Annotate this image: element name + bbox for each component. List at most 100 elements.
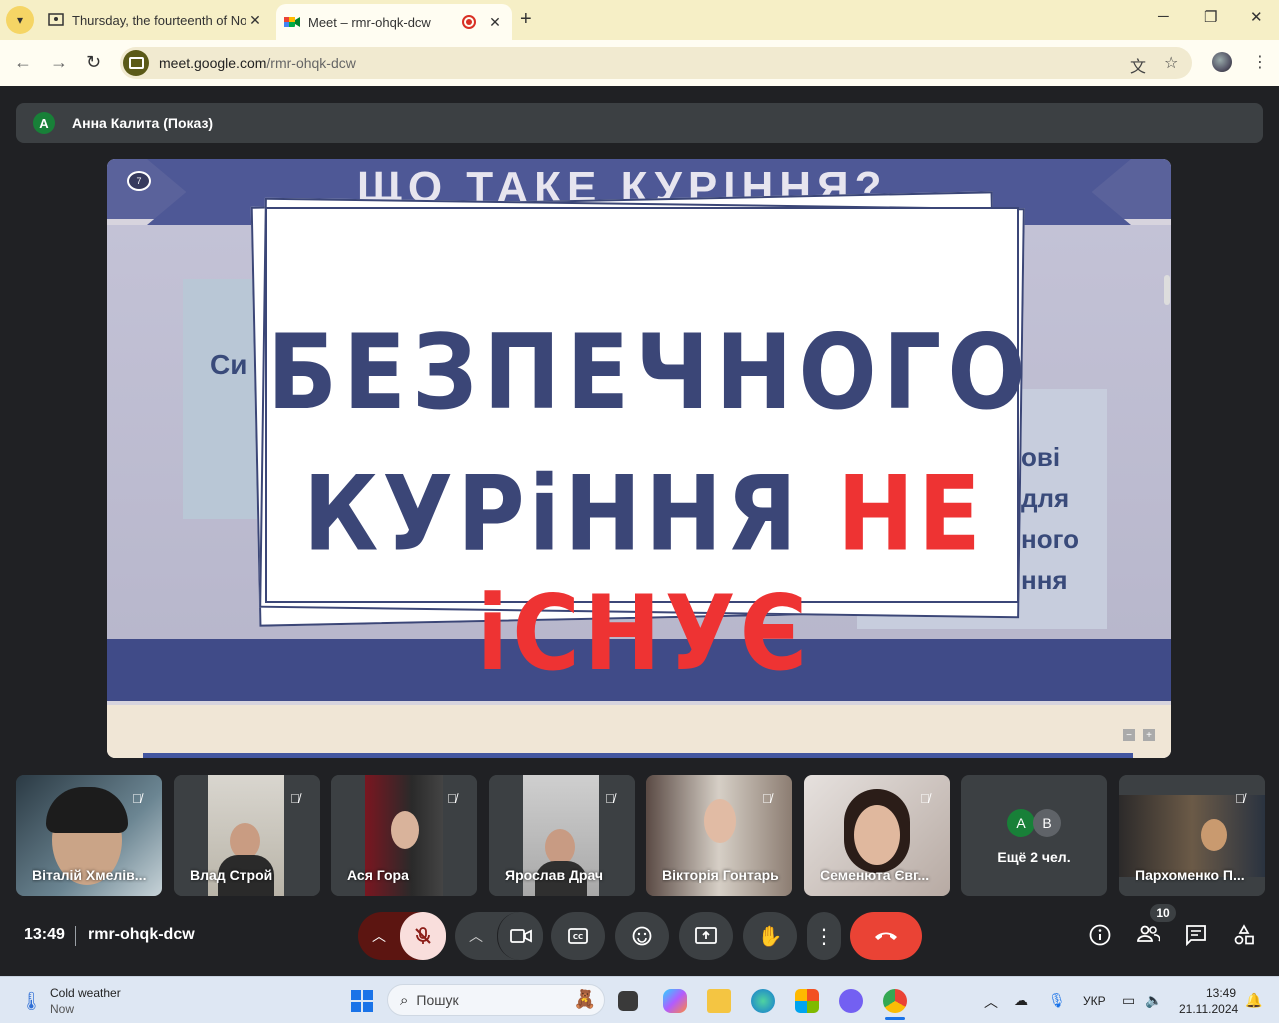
participant-avatar: B (1033, 809, 1061, 837)
tab-meet[interactable]: Meet – rmr-ohqk-dcw ✕ (276, 4, 512, 40)
close-tab-icon[interactable]: ✕ (246, 12, 264, 29)
close-tab-icon[interactable]: ✕ (486, 14, 504, 31)
mic-off-button[interactable] (400, 912, 446, 960)
taskbar-time[interactable]: 13:49 (1206, 986, 1236, 1000)
participant-face (1201, 819, 1227, 851)
participant-face (704, 799, 736, 843)
slide-counter: 7 (127, 171, 151, 191)
participant-name: Вікторія Гонтарь (662, 867, 779, 883)
participant-name: Віталій Хмелів... (32, 867, 147, 883)
meeting-code: rmr-ohqk-dcw (88, 926, 195, 943)
presenter-bar: A Анна Калита (Показ) (16, 103, 1263, 143)
file-explorer-icon[interactable] (707, 989, 731, 1013)
participant-face (391, 811, 419, 849)
close-window-icon[interactable]: ✕ (1250, 8, 1263, 26)
recording-icon (462, 15, 476, 29)
zoom-out-icon[interactable]: − (1123, 729, 1135, 741)
network-off-icon[interactable]: ☁ (1014, 992, 1028, 1009)
taskbar-search[interactable]: ⌕ Пошук 🧸 (387, 984, 605, 1016)
omnibox[interactable]: meet.google.com/rmr-ohqk-dcw 文 ☆ (120, 47, 1192, 79)
chrome-icon[interactable] (883, 989, 907, 1013)
zoom-in-icon[interactable]: + (1143, 729, 1155, 741)
captions-button[interactable]: CC (551, 912, 605, 960)
more-vert-icon: ⋮ (814, 925, 834, 948)
meeting-details-button[interactable] (1089, 924, 1111, 952)
volume-icon[interactable]: 🔈 (1145, 992, 1162, 1009)
muted-mic-icon: 🎙̸ (447, 791, 457, 806)
slide-main-card: БЕЗПЕЧНОГО КУРіННЯ НЕ іСНУЄ (265, 207, 1032, 694)
more-options-button[interactable]: ⋮ (807, 912, 841, 960)
thermometer-icon[interactable]: 🌡 (20, 991, 43, 1012)
captions-icon: CC (568, 928, 588, 944)
people-button[interactable] (1136, 924, 1161, 950)
taskbar-date[interactable]: 21.11.2024 (1179, 1002, 1238, 1016)
scrollbar-thumb[interactable] (1164, 275, 1170, 305)
restore-icon[interactable]: ❐ (1204, 8, 1217, 26)
participant-tile[interactable]: 🎙̸ Семенюта Євг... (804, 775, 950, 896)
svg-text:CC: CC (573, 933, 583, 941)
scrollbar[interactable] (1163, 165, 1171, 753)
raise-hand-button[interactable]: ✋ (743, 912, 797, 960)
slide-footer-line (143, 753, 1133, 758)
hand-icon: ✋ (757, 925, 783, 948)
microphone-tray-icon[interactable]: 🎙 (1048, 992, 1066, 1009)
muted-mic-icon: 🎙̸ (920, 791, 930, 806)
store-icon[interactable] (795, 989, 819, 1013)
video-settings-caret-icon[interactable]: ︿ (455, 926, 497, 946)
language-indicator[interactable]: УКР (1083, 994, 1106, 1008)
present-button[interactable] (679, 912, 733, 960)
participant-tile[interactable]: 🎙̸ Вікторія Гонтарь (646, 775, 792, 896)
slide-title-line1: БЕЗПЕЧНОГО (267, 312, 1032, 433)
camera-button[interactable] (497, 912, 543, 960)
weather-title[interactable]: Cold weather (50, 986, 121, 1000)
task-view-icon[interactable] (618, 991, 638, 1011)
minimize-icon[interactable]: ─ (1158, 8, 1169, 25)
more-participants-tile[interactable]: A B Ещё 2 чел. (961, 775, 1107, 896)
chevron-down-icon: ▾ (16, 13, 24, 27)
tab-search-button[interactable]: ▾ (6, 6, 34, 34)
reactions-button[interactable] (615, 912, 669, 960)
participant-tile[interactable]: 🎙̸ Влад Строй (174, 775, 320, 896)
star-icon[interactable]: ☆ (1164, 53, 1178, 73)
participant-tile[interactable]: 🎙̸ Віталій Хмелів... (16, 775, 162, 896)
taskbar: 🌡 Cold weather Now ⌕ Пошук 🧸 ︿ ☁ 🎙 УКР ▭… (0, 976, 1279, 1023)
info-icon (1089, 924, 1111, 946)
tray-overflow-icon[interactable]: ︿ (984, 992, 998, 1012)
profile-avatar[interactable] (1212, 52, 1232, 72)
notification-bell-icon[interactable]: 🔔 (1245, 992, 1262, 1009)
translate-icon[interactable]: 文 (1130, 53, 1146, 77)
tv-icon (48, 13, 64, 26)
back-icon[interactable]: ← (14, 52, 32, 73)
meeting-time: 13:49 (24, 926, 65, 943)
edge-icon[interactable] (751, 989, 775, 1013)
audio-settings-caret-icon[interactable]: ︿ (358, 926, 400, 946)
viber-icon[interactable] (839, 989, 863, 1013)
muted-mic-icon: 🎙̸ (1235, 791, 1245, 806)
divider (75, 926, 76, 946)
participant-tile[interactable]: 🎙̸ Ася Гора (331, 775, 477, 896)
copilot-icon[interactable] (663, 989, 687, 1013)
muted-mic-icon: 🎙̸ (605, 791, 615, 806)
participant-tile[interactable]: 🎙̸ Пархоменко П... (1119, 775, 1265, 896)
muted-mic-icon: 🎙̸ (290, 791, 300, 806)
activities-button[interactable] (1233, 924, 1255, 952)
participant-tile[interactable]: 🎙̸ Ярослав Драч (489, 775, 635, 896)
google-meet-icon (284, 17, 300, 27)
participant-avatar: A (1007, 809, 1035, 837)
windows-start-icon[interactable] (351, 990, 373, 1012)
chat-button[interactable] (1185, 924, 1207, 952)
participant-name: Ярослав Драч (505, 867, 604, 883)
presenter-name: Анна Калита (Показ) (72, 115, 214, 131)
site-info-icon[interactable] (123, 50, 149, 76)
url-text[interactable]: meet.google.com/rmr-ohqk-dcw (159, 55, 356, 71)
tab-thursday[interactable]: Thursday, the fourteenth of No ✕ (40, 0, 272, 40)
camera-icon (509, 929, 532, 943)
slide-title-line2: КУРіННЯ НЕ іСНУЄ (267, 454, 1021, 694)
leave-call-button[interactable] (850, 912, 922, 960)
browser-menu-icon[interactable]: ⋮ (1252, 52, 1268, 72)
new-tab-button[interactable]: + (520, 8, 532, 31)
forward-icon[interactable]: → (50, 52, 68, 73)
display-icon[interactable]: ▭ (1122, 992, 1135, 1009)
participant-name: Пархоменко П... (1135, 867, 1245, 883)
reload-icon[interactable]: ↻ (86, 52, 101, 73)
